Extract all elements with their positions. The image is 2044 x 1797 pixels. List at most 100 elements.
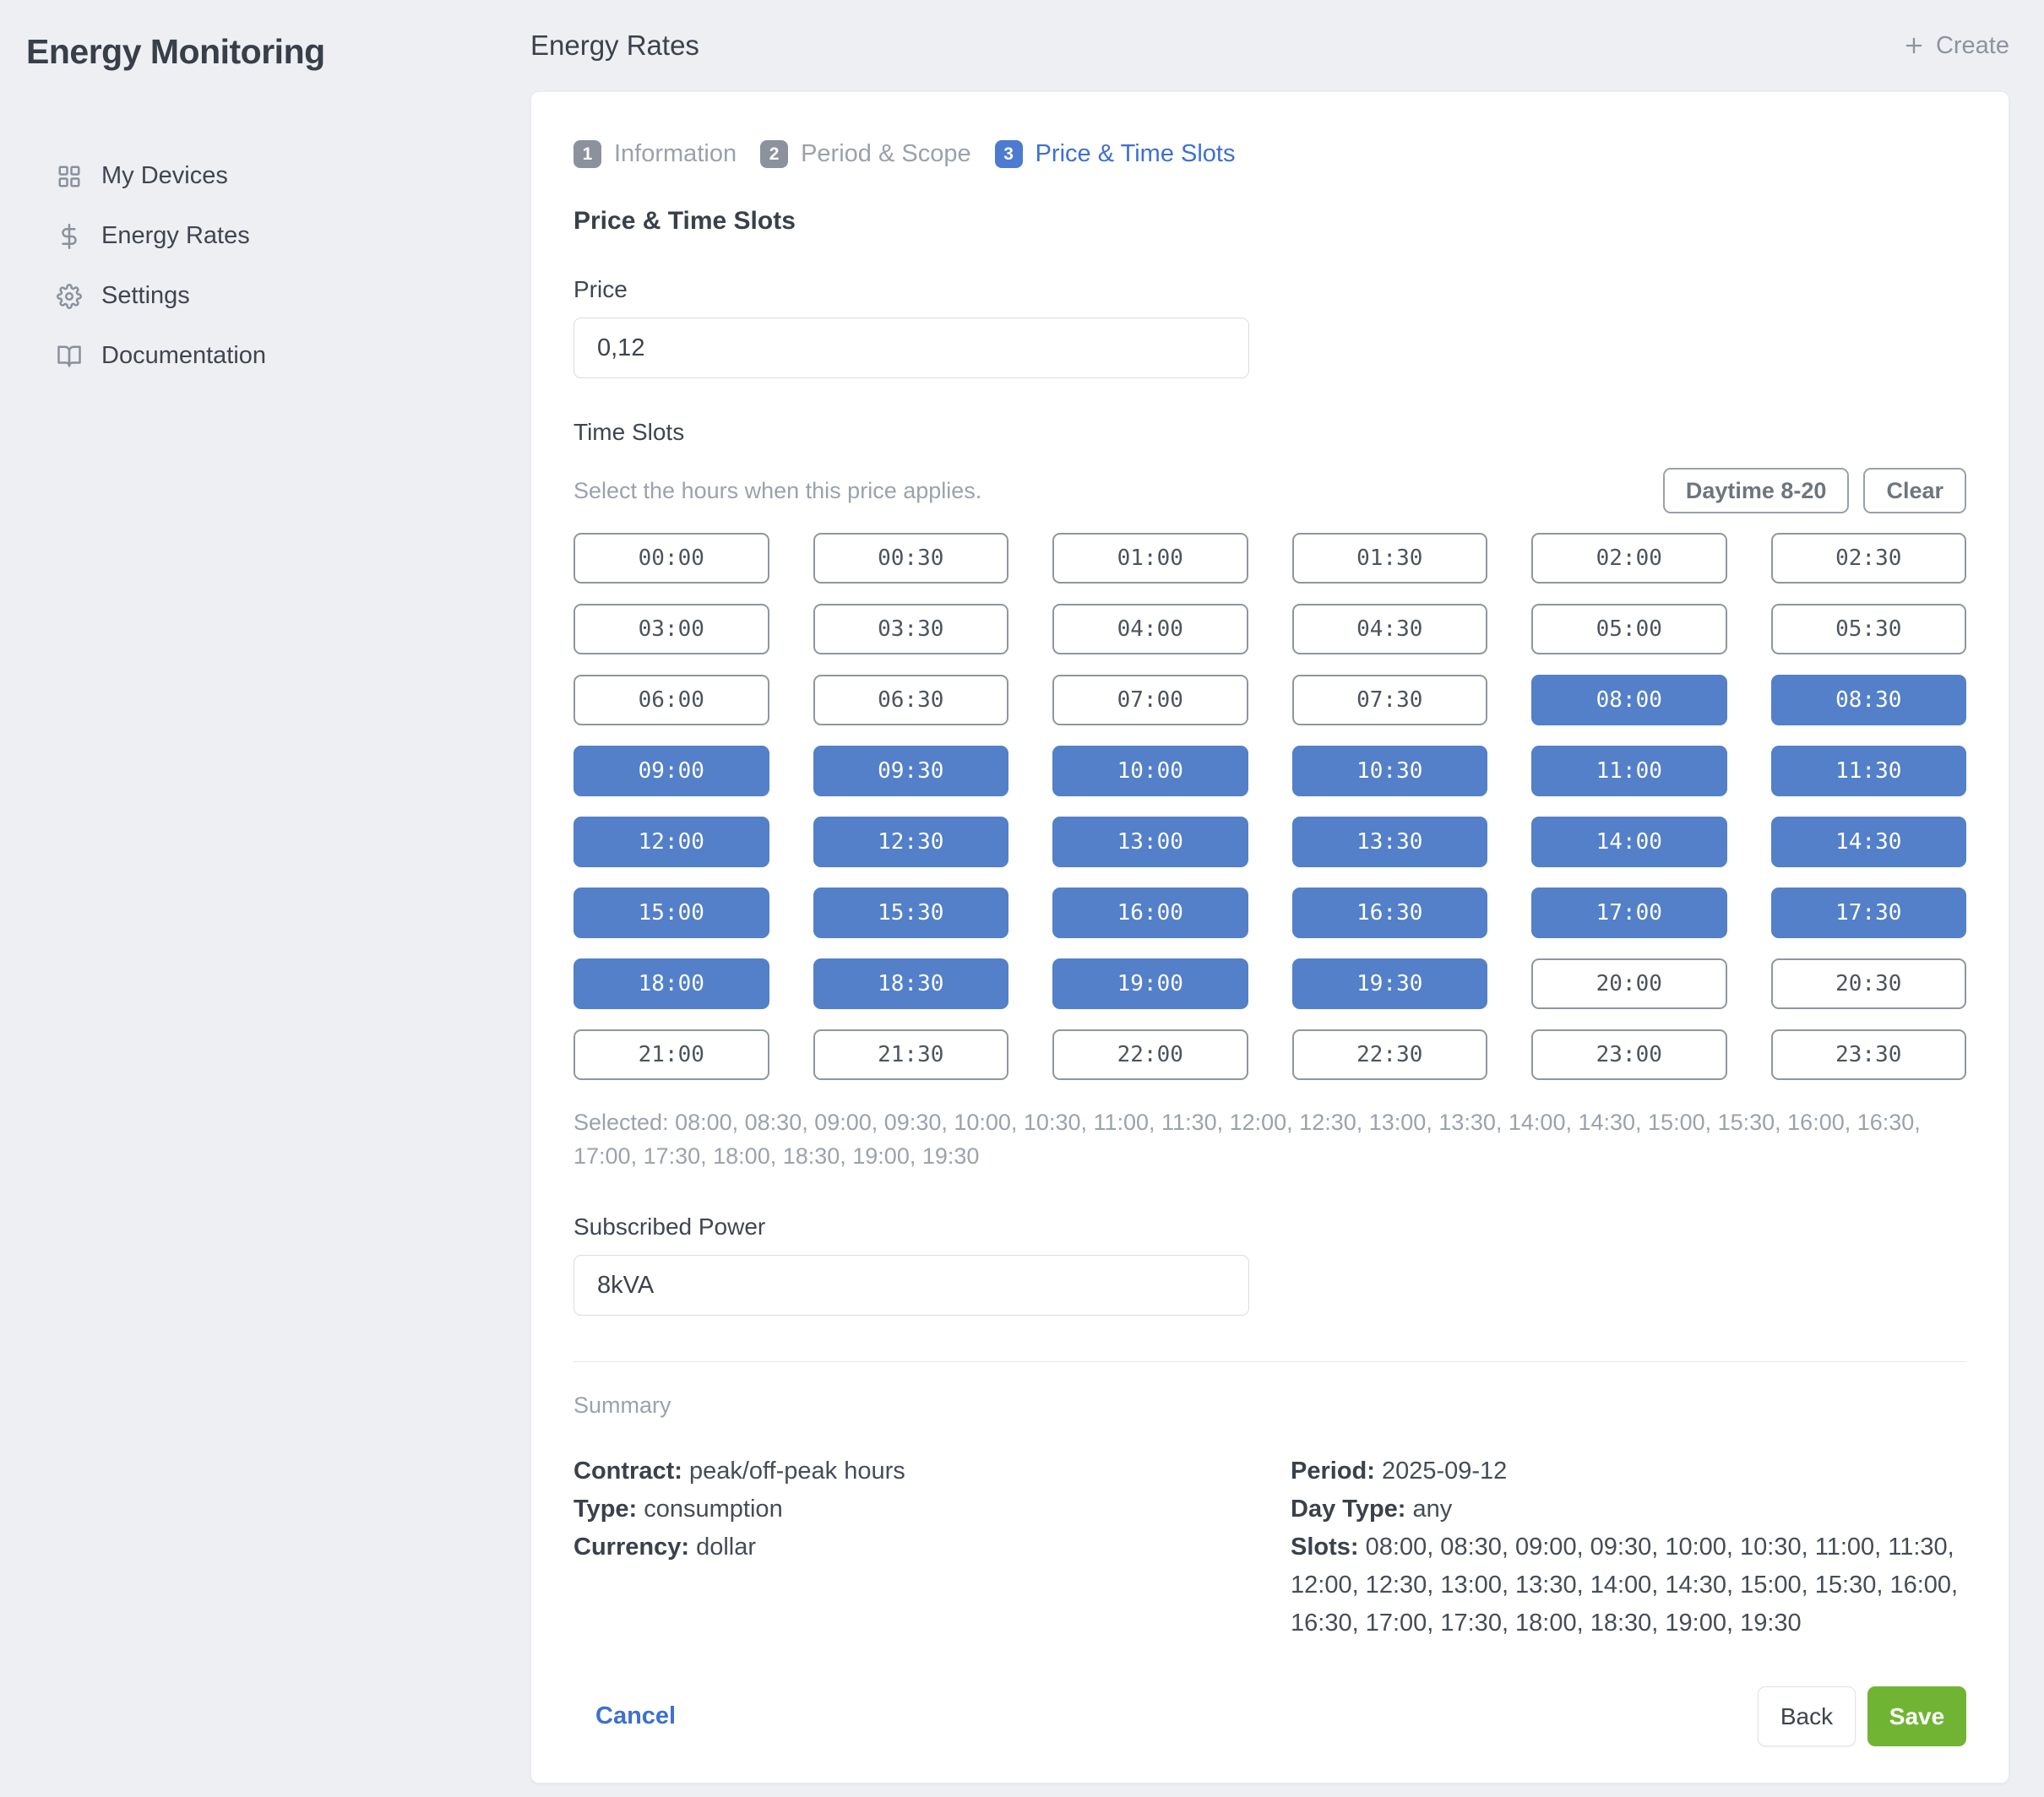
create-button-label: Create	[1936, 32, 2009, 60]
step-number-badge: 1	[574, 140, 601, 168]
time-slot-button[interactable]: 21:00	[574, 1029, 769, 1080]
save-button[interactable]: Save	[1867, 1686, 1966, 1746]
time-slot-button[interactable]: 06:00	[574, 675, 769, 725]
time-slot-button[interactable]: 05:00	[1531, 604, 1727, 654]
price-label: Price	[574, 276, 1966, 303]
wizard-steps: 1 Information 2 Period & Scope 3 Price &…	[574, 140, 1966, 168]
sidebar-item-label: Documentation	[101, 342, 266, 370]
dollar-icon	[56, 223, 83, 250]
time-slot-button[interactable]: 01:30	[1292, 533, 1488, 584]
sidebar-item-documentation[interactable]: Documentation	[26, 326, 530, 386]
main-header: Energy Rates Create	[530, 0, 2009, 91]
wizard-footer: Cancel Back Save	[574, 1686, 1966, 1746]
time-slot-button[interactable]: 07:30	[1292, 675, 1488, 725]
time-slot-button[interactable]: 15:30	[813, 888, 1009, 938]
divider	[574, 1361, 1966, 1362]
time-slot-button[interactable]: 10:00	[1052, 746, 1248, 796]
time-slots-actions: Daytime 8-20 Clear	[1663, 468, 1966, 513]
time-slot-button[interactable]: 09:30	[813, 746, 1009, 796]
sidebar: Energy Monitoring My Devices Energy Rate…	[0, 0, 530, 386]
step-label: Information	[614, 140, 737, 168]
time-slot-button[interactable]: 22:30	[1292, 1029, 1488, 1080]
gear-icon	[56, 283, 83, 310]
clear-slots-button[interactable]: Clear	[1863, 468, 1966, 513]
sidebar-item-label: My Devices	[101, 162, 228, 190]
time-slot-button[interactable]: 17:30	[1771, 888, 1967, 938]
time-slot-button[interactable]: 14:00	[1531, 817, 1727, 867]
time-slot-button[interactable]: 19:00	[1052, 958, 1248, 1009]
summary-label: Summary	[574, 1393, 1966, 1419]
back-button[interactable]: Back	[1758, 1686, 1856, 1746]
sidebar-item-my-devices[interactable]: My Devices	[26, 146, 530, 206]
summary-right-column: Period: 2025-09-12 Day Type: any Slots: …	[1291, 1452, 1966, 1642]
time-slots-hint: Select the hours when this price applies…	[574, 478, 981, 504]
time-slot-button[interactable]: 20:00	[1531, 958, 1727, 1009]
time-slot-button[interactable]: 11:30	[1771, 746, 1967, 796]
daytime-preset-button[interactable]: Daytime 8-20	[1663, 468, 1850, 513]
time-slot-button[interactable]: 06:30	[813, 675, 1009, 725]
subscribed-power-input[interactable]	[574, 1255, 1249, 1316]
summary-section: Contract: peak/off-peak hours Type: cons…	[574, 1452, 1966, 1642]
time-slot-button[interactable]: 16:30	[1292, 888, 1488, 938]
time-slot-button[interactable]: 21:30	[813, 1029, 1009, 1080]
step-number-badge: 3	[995, 140, 1023, 168]
app-title: Energy Monitoring	[26, 32, 530, 72]
time-slot-button[interactable]: 17:00	[1531, 888, 1727, 938]
time-slot-button[interactable]: 18:00	[574, 958, 769, 1009]
step-price-time-slots[interactable]: 3 Price & Time Slots	[995, 140, 1236, 168]
time-slot-button[interactable]: 03:00	[574, 604, 769, 654]
time-slot-button[interactable]: 04:30	[1292, 604, 1488, 654]
cancel-link[interactable]: Cancel	[595, 1702, 676, 1730]
time-slot-grid: 00:00 00:30 01:00 01:30 02:00 02:30 03:00 03:30…	[574, 533, 1966, 1080]
summary-period: Period: 2025-09-12	[1291, 1452, 1966, 1490]
time-slot-button[interactable]: 00:00	[574, 533, 769, 584]
time-slot-button[interactable]: 19:30	[1292, 958, 1488, 1009]
price-input[interactable]	[574, 318, 1249, 378]
time-slots-label: Time Slots	[574, 419, 1966, 446]
time-slot-button[interactable]: 14:30	[1771, 817, 1967, 867]
time-slot-button[interactable]: 12:30	[813, 817, 1009, 867]
summary-left-column: Contract: peak/off-peak hours Type: cons…	[574, 1452, 1291, 1642]
create-button[interactable]: Create	[1902, 32, 2009, 60]
time-slot-button[interactable]: 03:30	[813, 604, 1009, 654]
time-slot-button[interactable]: 18:30	[813, 958, 1009, 1009]
energy-monitoring-app: Energy Monitoring My Devices Energy Rate…	[0, 0, 2044, 1797]
time-slot-button[interactable]: 22:00	[1052, 1029, 1248, 1080]
time-slot-button[interactable]: 16:00	[1052, 888, 1248, 938]
devices-grid-icon	[56, 163, 83, 190]
selected-slots-text: Selected: 08:00, 08:30, 09:00, 09:30, 10…	[574, 1105, 1966, 1173]
time-slot-button[interactable]: 08:00	[1531, 675, 1727, 725]
time-slot-button[interactable]: 09:00	[574, 746, 769, 796]
plus-icon	[1902, 34, 1926, 57]
summary-day-type: Day Type: any	[1291, 1490, 1966, 1528]
sidebar-item-label: Settings	[101, 282, 190, 310]
time-slot-button[interactable]: 05:30	[1771, 604, 1967, 654]
time-slot-button[interactable]: 11:00	[1531, 746, 1727, 796]
book-icon	[56, 343, 83, 370]
time-slot-button[interactable]: 04:00	[1052, 604, 1248, 654]
time-slot-button[interactable]: 00:30	[813, 533, 1009, 584]
subscribed-power-label: Subscribed Power	[574, 1213, 1966, 1241]
sidebar-nav: My Devices Energy Rates Settings Documen…	[26, 146, 530, 386]
time-slot-button[interactable]: 23:30	[1771, 1029, 1967, 1080]
summary-currency: Currency: dollar	[574, 1528, 1291, 1566]
time-slot-button[interactable]: 10:30	[1292, 746, 1488, 796]
time-slot-button[interactable]: 13:30	[1292, 817, 1488, 867]
sidebar-item-energy-rates[interactable]: Energy Rates	[26, 206, 530, 266]
time-slot-button[interactable]: 07:00	[1052, 675, 1248, 725]
time-slot-button[interactable]: 20:30	[1771, 958, 1967, 1009]
page-title: Energy Rates	[530, 30, 699, 62]
time-slot-button[interactable]: 12:00	[574, 817, 769, 867]
time-slot-button[interactable]: 08:30	[1771, 675, 1967, 725]
main-content: Energy Rates Create 1 Information 2 Peri…	[530, 0, 2009, 1783]
time-slot-button[interactable]: 01:00	[1052, 533, 1248, 584]
step-period-scope[interactable]: 2 Period & Scope	[760, 140, 971, 168]
time-slot-button[interactable]: 13:00	[1052, 817, 1248, 867]
time-slot-button[interactable]: 23:00	[1531, 1029, 1727, 1080]
time-slot-button[interactable]: 15:00	[574, 888, 769, 938]
sidebar-item-settings[interactable]: Settings	[26, 266, 530, 326]
time-slot-button[interactable]: 02:00	[1531, 533, 1727, 584]
step-information[interactable]: 1 Information	[574, 140, 737, 168]
sidebar-item-label: Energy Rates	[101, 222, 250, 250]
time-slot-button[interactable]: 02:30	[1771, 533, 1967, 584]
